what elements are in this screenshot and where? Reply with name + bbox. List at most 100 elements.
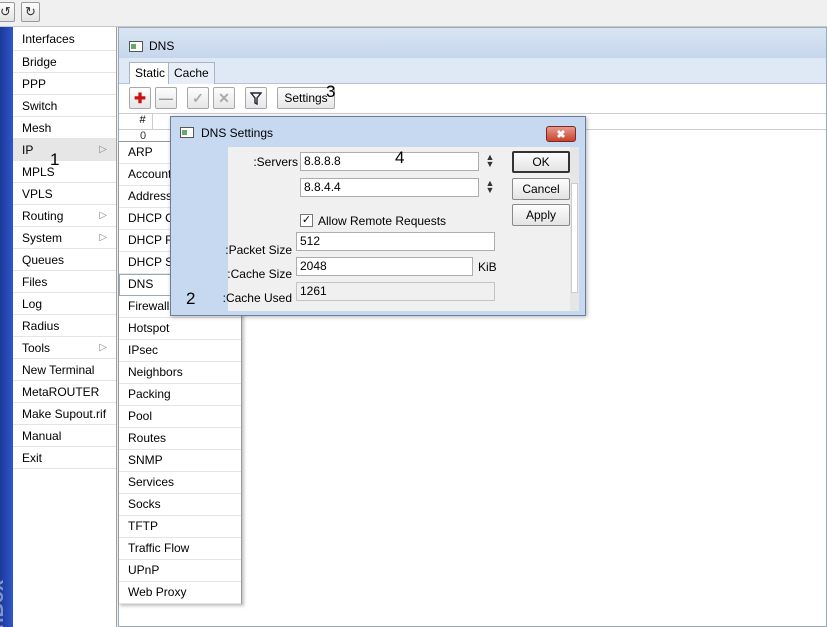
ok-button[interactable]: OK [512, 151, 570, 173]
submenu-arrow-icon: ▷ [99, 210, 107, 221]
dialog-title: DNS Settings [201, 126, 274, 140]
winbox-logo: WinBox [0, 579, 8, 627]
cache-used-label: Cache Used: [222, 291, 292, 305]
window-icon [129, 41, 143, 52]
sidebar-item-vpls[interactable]: VPLS [13, 183, 116, 205]
undo-icon[interactable]: ↺ [0, 2, 15, 22]
sidebar-item-label: Files [22, 275, 48, 289]
sidebar-item-label: IP [22, 143, 34, 157]
sidebar-item-routing[interactable]: Routing ▷ [13, 205, 116, 227]
disable-icon[interactable]: ✕ [213, 87, 235, 109]
sidebar-item-files[interactable]: Files [13, 271, 116, 293]
submenu-arrow-icon: ▷ [99, 144, 107, 155]
filter-icon[interactable] [245, 87, 267, 109]
allow-remote-label: Allow Remote Requests [318, 214, 447, 228]
submenu-item-traffic-flow[interactable]: Traffic Flow [119, 538, 241, 560]
sidebar-item-label: Bridge [22, 55, 57, 69]
submenu-arrow-icon: ▷ [99, 232, 107, 243]
sidebar-item-label: Tools [22, 341, 51, 355]
sidebar-item-log[interactable]: Log [13, 293, 116, 315]
packet-size-label: Packet Size: [225, 243, 292, 257]
column-header-number[interactable]: # [133, 114, 153, 130]
submenu-item-neighbors[interactable]: Neighbors [119, 362, 241, 384]
dns-window-title: DNS [149, 39, 175, 53]
server-2-input[interactable]: 8.8.4.4 [300, 178, 479, 197]
dialog-scrollbar[interactable] [570, 147, 579, 311]
dialog-body: Servers: 8.8.8.8 ▲ ▼ 8.8.4.4 ▲ ▼ ✓ Allow R… [223, 147, 579, 311]
sidebar-item-ip[interactable]: IP ▷ [13, 139, 116, 161]
submenu-item-tftp[interactable]: TFTP [119, 516, 241, 538]
sidebar-item-queues[interactable]: Queues [13, 249, 116, 271]
dns-window-titlebar[interactable]: DNS [119, 28, 826, 58]
sidebar-item-metarouter[interactable]: MetaROUTER [13, 381, 116, 403]
close-icon: ✖ [556, 128, 566, 141]
sidebar-item-mpls[interactable]: MPLS [13, 161, 116, 183]
cache-used-value: 1261 [296, 282, 495, 301]
sort-arrows-icon[interactable]: ▲ ▼ [484, 153, 496, 169]
sidebar-item-tools[interactable]: Tools ▷ [13, 337, 116, 359]
tab-static[interactable]: Static [129, 62, 172, 85]
close-button[interactable]: ✖ [546, 126, 576, 142]
submenu-item-snmp[interactable]: SNMP [119, 450, 241, 472]
sidebar-item-exit[interactable]: Exit [13, 447, 116, 469]
sidebar-item-label: Exit [22, 451, 43, 465]
annotation-3: 3 [326, 82, 336, 101]
submenu-item-web-proxy[interactable]: Web Proxy [119, 582, 241, 604]
cancel-button[interactable]: Cancel [512, 178, 570, 200]
sidebar-item-label: Mesh [22, 121, 52, 135]
add-icon[interactable]: ✚ [129, 87, 151, 109]
sidebar-item-label: VPLS [22, 187, 53, 201]
packet-size-input[interactable]: 512 [296, 232, 495, 251]
sidebar-item-label: Make Supout.rif [22, 407, 107, 421]
annotation-2: 2 [186, 289, 196, 308]
scrollbar-thumb[interactable] [571, 183, 578, 293]
sidebar-item-label: Queues [22, 253, 65, 267]
apply-button[interactable]: Apply [512, 204, 570, 226]
sidebar-item-label: Radius [22, 319, 60, 333]
sidebar-item-radius[interactable]: Radius [13, 315, 116, 337]
sidebar-item-label: Interfaces [22, 32, 75, 46]
filter-icon [250, 91, 262, 105]
annotation-1: 1 [50, 150, 60, 169]
sidebar-item-manual[interactable]: Manual [13, 425, 116, 447]
sidebar-item-interfaces[interactable]: Interfaces [13, 27, 116, 51]
sidebar-item-label: Switch [22, 99, 58, 113]
submenu-item-hotspot[interactable]: Hotspot [119, 318, 241, 340]
sidebar-item-label: Manual [22, 429, 62, 443]
submenu-item-packing[interactable]: Packing [119, 384, 241, 406]
submenu-item-pool[interactable]: Pool [119, 406, 241, 428]
sidebar-item-label: System [22, 231, 63, 245]
submenu-item-routes[interactable]: Routes [119, 428, 241, 450]
winbox-strip: WinBox [0, 27, 13, 627]
enable-icon[interactable]: ✓ [187, 87, 209, 109]
window-icon [180, 127, 194, 138]
sort-arrows-icon[interactable]: ▲ ▼ [484, 179, 496, 195]
remove-icon[interactable]: — [155, 87, 177, 109]
submenu-item-upnp[interactable]: UPnP [119, 560, 241, 582]
tab-cache[interactable]: Cache [168, 62, 215, 84]
redo-icon[interactable]: ↻ [21, 2, 40, 22]
cache-size-unit: KiB [478, 260, 497, 274]
cache-size-label: Cache Size: [227, 267, 292, 281]
sidebar-item-bridge[interactable]: Bridge [13, 51, 116, 73]
dns-toolbar: ✚ — ✓ ✕ Settings [119, 84, 826, 114]
sidebar-item-system[interactable]: System ▷ [13, 227, 116, 249]
submenu-item-socks[interactable]: Socks [119, 494, 241, 516]
cache-size-input[interactable]: 2048 [296, 257, 473, 276]
server-1-input[interactable]: 8.8.8.8 [300, 152, 479, 171]
sidebar-item-mesh[interactable]: Mesh [13, 117, 116, 139]
sidebar-item-label: PPP [22, 77, 47, 91]
sidebar-item-make-supout[interactable]: Make Supout.rif [13, 403, 116, 425]
submenu-item-services[interactable]: Services [119, 472, 241, 494]
annotation-4: 4 [395, 148, 405, 167]
submenu-item-ipsec[interactable]: IPsec [119, 340, 241, 362]
allow-remote-checkbox[interactable]: ✓ [300, 214, 313, 227]
dns-settings-dialog: DNS Settings ✖ Servers: 8.8.8.8 ▲ ▼ 8.8.4… [170, 116, 586, 316]
tab-bar: Static Cache [119, 58, 826, 85]
sidebar-menu: Interfaces Bridge PPP Switch Mesh IP ▷ MP… [13, 27, 117, 627]
sidebar-item-new-terminal[interactable]: New Terminal [13, 359, 116, 381]
sidebar-item-label: Routing [22, 209, 64, 223]
sidebar-item-switch[interactable]: Switch [13, 95, 116, 117]
sidebar-item-label: MetaROUTER [22, 385, 100, 399]
sidebar-item-ppp[interactable]: PPP [13, 73, 116, 95]
